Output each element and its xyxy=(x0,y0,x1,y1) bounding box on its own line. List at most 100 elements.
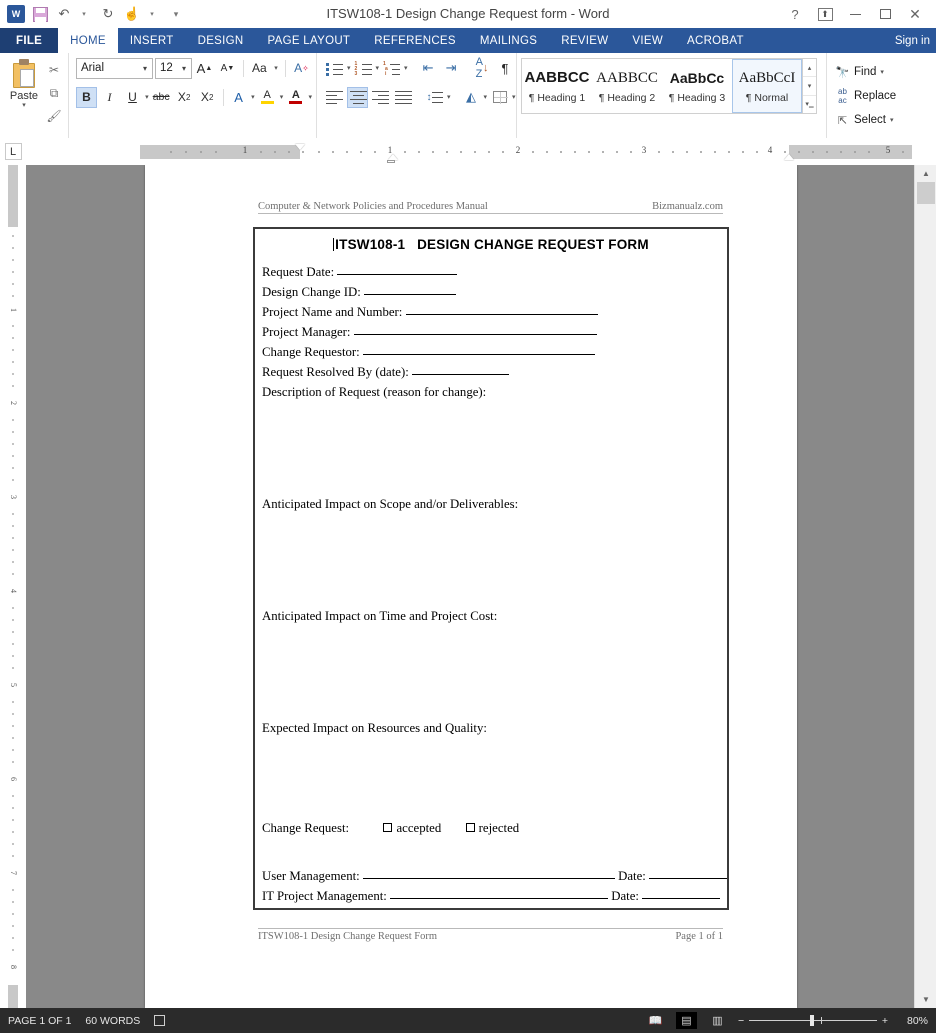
web-layout-icon[interactable]: ▥ xyxy=(707,1012,728,1029)
styles-scrollbar[interactable]: ▴ ▾ ▾ ▁ xyxy=(802,59,816,113)
tab-stop-selector[interactable]: L xyxy=(0,138,26,165)
zoom-in-button[interactable]: + xyxy=(882,1015,888,1027)
tab-page-layout[interactable]: PAGE LAYOUT xyxy=(256,28,363,53)
font-color-chevron-down-icon[interactable]: ▾ xyxy=(308,93,312,101)
redo-icon[interactable]: ↻ xyxy=(97,3,119,25)
zoom-track[interactable] xyxy=(749,1015,877,1026)
bullets-chevron-down-icon[interactable]: ▾ xyxy=(347,64,351,72)
undo-icon[interactable]: ↶ xyxy=(53,3,75,25)
strikethrough-icon[interactable]: abc xyxy=(151,87,172,108)
underline-icon[interactable]: U xyxy=(122,87,143,108)
sort-icon[interactable]: A Z ↓ xyxy=(472,56,493,80)
minimize-button[interactable] xyxy=(840,0,870,28)
justify-icon[interactable] xyxy=(393,87,414,108)
copy-icon[interactable]: ⧉ xyxy=(44,84,64,102)
align-center-icon[interactable] xyxy=(347,86,368,108)
font-name-chevron-down-icon[interactable]: ▾ xyxy=(138,64,152,73)
borders-icon[interactable] xyxy=(489,87,510,108)
maximize-button[interactable] xyxy=(870,0,900,28)
tab-insert[interactable]: INSERT xyxy=(118,28,186,53)
close-button[interactable]: ✕ xyxy=(900,0,930,28)
signature-line-it-project-management[interactable] xyxy=(390,898,609,899)
find-chevron-down-icon[interactable]: ▾ xyxy=(880,68,884,76)
help-button[interactable]: ? xyxy=(780,0,810,28)
zoom-level[interactable]: 80% xyxy=(898,1015,928,1027)
cut-icon[interactable]: ✂ xyxy=(44,61,64,79)
ribbon-display-options-button[interactable]: ⬆ xyxy=(810,0,840,28)
align-left-icon[interactable] xyxy=(324,87,345,108)
text-effects-icon[interactable]: A xyxy=(228,87,249,108)
vertical-ruler[interactable]: 1 2 3 4 5 6 7 8 xyxy=(0,165,26,1013)
style-heading-3[interactable]: AaBbCc ¶ Heading 3 xyxy=(662,59,732,113)
document-canvas[interactable]: Computer & Network Policies and Procedur… xyxy=(26,165,914,1008)
font-size-chevron-down-icon[interactable]: ▾ xyxy=(177,64,191,73)
multilevel-list-icon[interactable]: 1ai xyxy=(381,58,402,79)
font-name-combo[interactable]: Arial ▾ xyxy=(76,57,154,79)
sign-in-link[interactable]: Sign in xyxy=(895,28,936,53)
style-heading-1[interactable]: AABBCC ¶ Heading 1 xyxy=(522,59,592,113)
tab-view[interactable]: VIEW xyxy=(620,28,675,53)
touch-mode-dropdown-icon[interactable]: ▾ xyxy=(141,3,163,25)
tab-mailings[interactable]: MAILINGS xyxy=(468,28,549,53)
format-painter-icon[interactable]: 🖌 xyxy=(44,107,64,125)
scrollbar-thumb[interactable] xyxy=(917,182,935,204)
date-line-it-project-management[interactable] xyxy=(642,898,721,899)
zoom-out-button[interactable]: − xyxy=(738,1015,744,1027)
bullets-icon[interactable] xyxy=(324,58,345,79)
tab-file[interactable]: FILE xyxy=(0,28,59,53)
field-line-design-change-id[interactable] xyxy=(364,294,457,295)
undo-dropdown-icon[interactable]: ▾ xyxy=(73,3,95,25)
numbering-icon[interactable]: 123 xyxy=(353,58,374,79)
print-layout-icon[interactable]: ▤ xyxy=(676,1012,697,1029)
proofing-errors-icon[interactable] xyxy=(154,1014,168,1027)
checkbox-accepted[interactable] xyxy=(383,823,393,832)
style-normal[interactable]: AaBbCcI ¶ Normal xyxy=(732,59,802,113)
touch-mode-icon[interactable]: ☝ xyxy=(121,3,143,25)
document-page[interactable]: Computer & Network Policies and Procedur… xyxy=(145,165,797,1008)
style-heading-2[interactable]: AABBCC ¶ Heading 2 xyxy=(592,59,662,113)
word-count[interactable]: 60 WORDS xyxy=(85,1015,140,1027)
font-size-combo[interactable]: 12 ▾ xyxy=(155,57,192,79)
paste-dropdown-icon[interactable]: ▾ xyxy=(22,102,26,109)
field-line-project-manager[interactable] xyxy=(353,334,597,335)
date-line-user-management[interactable] xyxy=(649,878,728,879)
scroll-down-icon[interactable]: ▼ xyxy=(915,991,936,1008)
field-line-project-name-number[interactable] xyxy=(405,314,598,315)
text-highlight-color-icon[interactable]: A xyxy=(257,87,278,108)
field-line-change-requestor[interactable] xyxy=(362,354,595,355)
shrink-font-icon[interactable]: A ▼ xyxy=(217,58,238,79)
tab-review[interactable]: REVIEW xyxy=(549,28,620,53)
change-case-icon[interactable]: Aa xyxy=(249,58,270,79)
section-answer-area-resources[interactable] xyxy=(262,738,720,818)
tab-home[interactable]: HOME xyxy=(58,28,118,53)
signature-line-user-management[interactable] xyxy=(362,878,615,879)
form-body[interactable]: Request Date: Design Change ID: Project … xyxy=(255,262,728,906)
italic-icon[interactable]: I xyxy=(99,87,120,108)
read-mode-icon[interactable]: 📖 xyxy=(645,1012,666,1029)
grow-font-icon[interactable]: A ▲ xyxy=(194,58,215,79)
find-button[interactable]: 🔭 Find ▾ xyxy=(831,62,918,82)
shading-chevron-down-icon[interactable]: ▾ xyxy=(484,93,488,101)
replace-button[interactable]: ab ac Replace xyxy=(831,86,918,106)
ruler-track[interactable]: 1 1 2 3 4 5 xyxy=(140,144,912,163)
paste-button[interactable]: Paste ▾ xyxy=(4,56,44,148)
text-effects-chevron-down-icon[interactable]: ▾ xyxy=(251,93,255,101)
subscript-icon[interactable]: X2 xyxy=(174,87,195,108)
horizontal-ruler[interactable]: L 1 1 2 3 4 5 xyxy=(0,138,936,165)
show-formatting-marks-icon[interactable]: ¶ xyxy=(495,58,516,79)
font-color-icon[interactable]: A xyxy=(285,87,306,108)
field-line-request-resolved-by[interactable] xyxy=(411,374,509,375)
line-spacing-icon[interactable]: ↕ xyxy=(424,87,445,108)
customize-qat-icon[interactable]: ▾ xyxy=(165,3,187,25)
clear-formatting-icon[interactable]: A ✧ xyxy=(291,58,312,79)
tab-design[interactable]: DESIGN xyxy=(186,28,256,53)
shading-icon[interactable]: ◭ xyxy=(461,87,482,108)
numbering-chevron-down-icon[interactable]: ▾ xyxy=(376,64,380,72)
section-answer-area-time-cost[interactable] xyxy=(262,626,720,718)
increase-indent-icon[interactable]: ⇥ xyxy=(441,58,462,79)
scroll-up-icon[interactable]: ▲ xyxy=(915,165,936,182)
right-indent-marker[interactable] xyxy=(784,154,794,160)
page-indicator[interactable]: PAGE 1 OF 1 xyxy=(8,1015,71,1027)
bold-icon[interactable]: B xyxy=(76,86,97,108)
zoom-slider[interactable]: − + xyxy=(738,1015,888,1027)
